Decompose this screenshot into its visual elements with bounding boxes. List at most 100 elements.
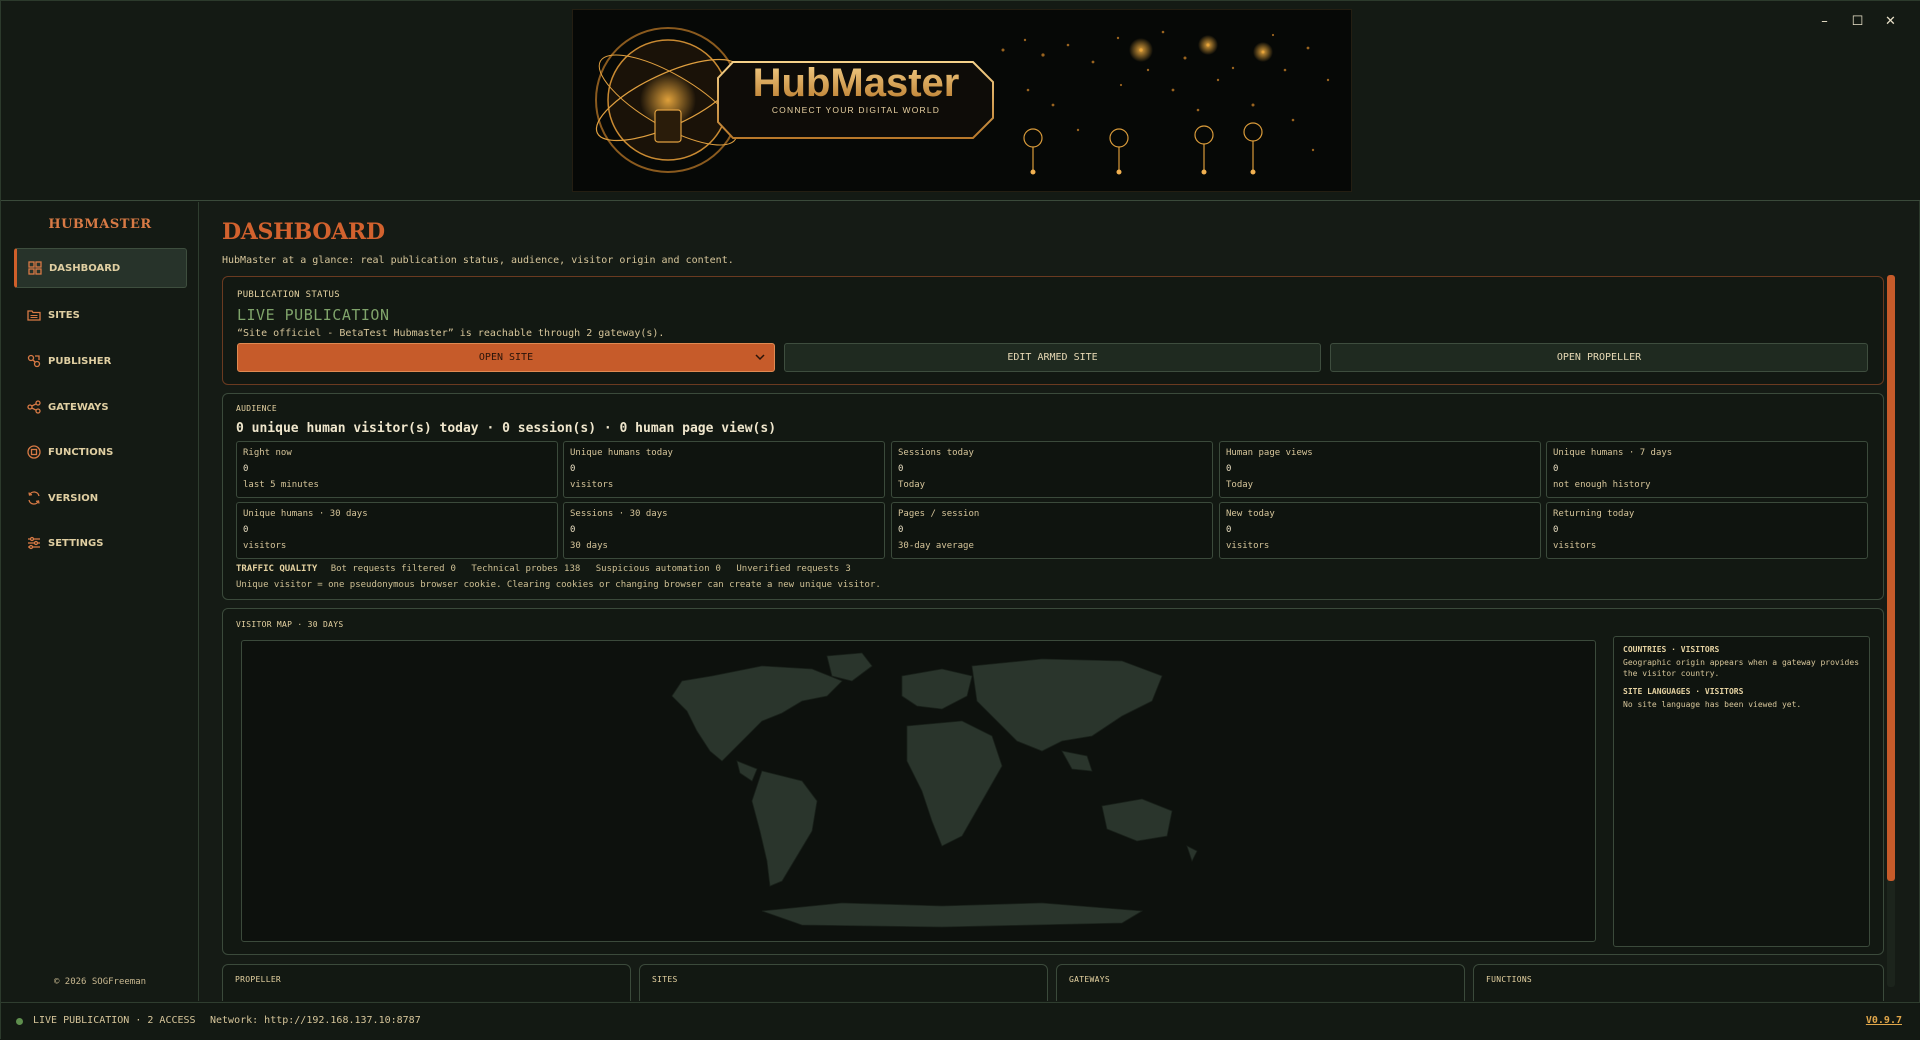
publication-status: LIVE PUBLICATION · 2 ACCESS	[33, 1015, 196, 1026]
sidebar-item-label: PUBLISHER	[48, 355, 112, 367]
stat-label: Unique humans today	[570, 448, 673, 458]
stat-card: Pages / session 0 30-day average	[891, 502, 1213, 559]
stat-sub: visitors	[570, 480, 614, 490]
stat-label: Pages / session	[898, 509, 980, 519]
edit-armed-site-button[interactable]: EDIT ARMED SITE	[784, 343, 1321, 372]
functions-card: FUNCTIONS	[1473, 964, 1884, 1001]
north-america-shape	[671, 665, 843, 762]
sidebar-item-label: SITES	[48, 309, 80, 321]
sidebar-brand: HUBMASTER	[48, 217, 152, 232]
app-window: – ☐ ✕ HubMaster CONNECT YOUR DIGITAL WOR…	[0, 0, 1920, 1040]
stat-value: 0	[1553, 525, 1559, 535]
scrollbar-thumb[interactable]	[1887, 275, 1895, 881]
card-label: GATEWAYS	[1069, 975, 1110, 984]
probes-value: 138	[564, 564, 581, 574]
sidebar-item-functions[interactable]: FUNCTIONS	[14, 432, 187, 472]
svg-text:CONNECT YOUR DIGITAL WORLD: CONNECT YOUR DIGITAL WORLD	[772, 105, 940, 115]
card-label: PROPELLER	[235, 975, 282, 984]
stat-card: Sessions today 0 Today	[891, 441, 1213, 498]
stat-label: Human page views	[1226, 448, 1313, 458]
stat-value: 0	[898, 464, 904, 474]
stat-value: 0	[243, 525, 249, 535]
stat-label: Sessions today	[898, 448, 974, 458]
status-bar: LIVE PUBLICATION · 2 ACCESS Network: htt…	[1, 1002, 1920, 1040]
europe-shape	[901, 668, 973, 710]
main-scrollbar[interactable]	[1887, 275, 1895, 987]
copyright: © 2026 SOGFreeman	[53, 977, 147, 987]
sidebar-item-publisher[interactable]: PUBLISHER	[14, 341, 187, 381]
stat-label: Right now	[243, 448, 292, 458]
sidebar-item-label: FUNCTIONS	[48, 446, 114, 458]
stat-label: Unique humans · 7 days	[1553, 448, 1673, 458]
countries-title: COUNTRIES · VISITORS	[1623, 645, 1720, 654]
stat-value: 0	[1553, 464, 1559, 474]
antarctica-shape	[761, 902, 1144, 928]
version-link[interactable]: V0.9.7	[1866, 1015, 1902, 1026]
minimize-button[interactable]: –	[1808, 11, 1841, 33]
sidebar-item-label: VERSION	[48, 492, 99, 504]
publication-status-text: LIVE PUBLICATION	[237, 306, 390, 324]
automation-label: Suspicious automation	[595, 564, 710, 574]
close-button[interactable]: ✕	[1874, 11, 1907, 33]
stat-card: Unique humans today 0 visitors	[563, 441, 885, 498]
greenland-shape	[826, 652, 873, 682]
visitor-map-card: VISITOR MAP · 30 DAYS COUNTRIES · VISITO…	[222, 608, 1884, 955]
network-address: Network: http://192.168.137.10:8787	[210, 1015, 421, 1026]
stat-card: Right now 0 last 5 minutes	[236, 441, 558, 498]
card-label: VISITOR MAP · 30 DAYS	[236, 620, 344, 629]
sidebar-item-sites[interactable]: SITES	[14, 295, 187, 335]
chevron-down-icon[interactable]	[754, 351, 766, 366]
map-info-panel: COUNTRIES · VISITORS Geographic origin a…	[1613, 636, 1870, 947]
stat-sub: visitors	[1553, 541, 1597, 551]
bot-label: Bot requests filtered	[330, 564, 445, 574]
app-header: – ☐ ✕ HubMaster CONNECT YOUR DIGITAL WOR…	[1, 1, 1920, 201]
stat-value: 0	[570, 464, 576, 474]
sidebar-item-version[interactable]: VERSION	[14, 478, 187, 518]
world-map[interactable]	[241, 640, 1596, 942]
languages-title: SITE LANGUAGES · VISITORS	[1623, 687, 1744, 696]
refresh-icon	[26, 490, 42, 506]
asia-shape	[971, 658, 1163, 752]
south-america-shape	[751, 770, 818, 887]
maximize-button[interactable]: ☐	[1841, 11, 1874, 33]
stat-value: 0	[1226, 464, 1232, 474]
stat-sub: Today	[1226, 480, 1254, 490]
sidebar-item-settings[interactable]: SETTINGS	[14, 523, 187, 563]
grid-icon	[27, 260, 43, 276]
stat-label: Returning today	[1553, 509, 1635, 519]
share-nodes-icon	[26, 353, 42, 369]
sidebar-item-label: GATEWAYS	[48, 401, 109, 413]
audience-card: AUDIENCE 0 unique human visitor(s) today…	[222, 393, 1884, 600]
card-label: AUDIENCE	[236, 404, 277, 413]
stat-value: 0	[1226, 525, 1232, 535]
propeller-card: PROPELLER	[222, 964, 631, 1001]
page-title: DASHBOARD	[222, 219, 385, 245]
stat-card: Returning today 0 visitors	[1546, 502, 1868, 559]
stat-card: Unique humans · 30 days 0 visitors	[236, 502, 558, 559]
africa-shape	[906, 720, 1003, 847]
stat-value: 0	[243, 464, 249, 474]
card-label: FUNCTIONS	[1486, 975, 1533, 984]
stat-sub: visitors	[243, 541, 287, 551]
gateways-card: GATEWAYS	[1056, 964, 1465, 1001]
stat-sub: visitors	[1226, 541, 1270, 551]
stat-card: New today 0 visitors	[1219, 502, 1541, 559]
open-site-button[interactable]: OPEN SITE	[237, 343, 775, 372]
unverified-label: Unverified requests	[736, 564, 840, 574]
stat-label: Unique humans · 30 days	[243, 509, 368, 519]
stat-card: Sessions · 30 days 0 30 days	[563, 502, 885, 559]
countries-text: Geographic origin appears when a gateway…	[1623, 658, 1860, 678]
stat-value: 0	[570, 525, 576, 535]
stat-sub: Today	[898, 480, 926, 490]
open-propeller-button[interactable]: OPEN PROPELLER	[1330, 343, 1868, 372]
publication-description: “Site officiel - BetaTest Hubmaster” is …	[237, 328, 665, 339]
sidebar-item-gateways[interactable]: GATEWAYS	[14, 387, 187, 427]
card-label: SITES	[652, 975, 678, 984]
main-content: DASHBOARD HubMaster at a glance: real pu…	[200, 202, 1900, 1001]
sidebar-item-dashboard[interactable]: DASHBOARD	[14, 248, 187, 288]
traffic-quality: TRAFFIC QUALITY Bot requests filtered 0 T…	[236, 564, 861, 574]
stat-value: 0	[898, 525, 904, 535]
stat-card: Human page views 0 Today	[1219, 441, 1541, 498]
publication-status-card: PUBLICATION STATUS LIVE PUBLICATION “Sit…	[222, 276, 1884, 385]
window-controls: – ☐ ✕	[1808, 11, 1907, 33]
